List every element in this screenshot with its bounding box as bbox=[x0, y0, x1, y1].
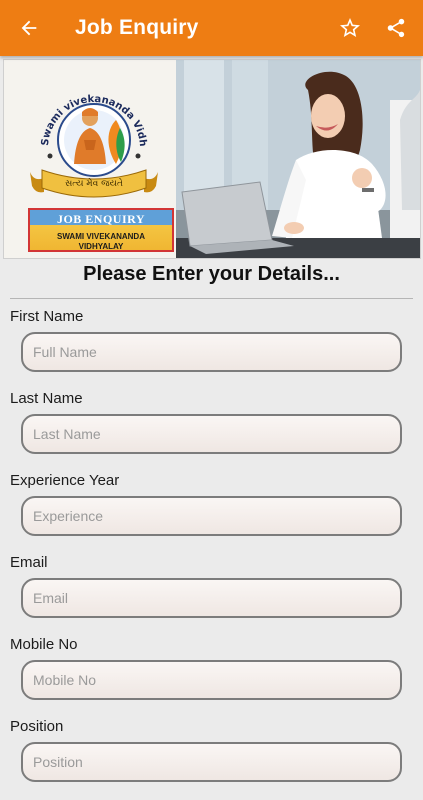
email-label: Email bbox=[10, 554, 48, 571]
arrow-left-icon bbox=[21, 20, 37, 36]
job-enquiry-box: JOB ENQUIRY SWAMI VIVEKANANDA VIDHYALAY bbox=[28, 208, 174, 252]
form-heading: Please Enter your Details... bbox=[83, 263, 340, 285]
school-logo-panel: Swami vivekananda Vidhyalay સત્ય મેવ જયત… bbox=[4, 60, 176, 258]
experience-year-label: Experience Year bbox=[10, 472, 120, 489]
last-name-input[interactable] bbox=[21, 414, 402, 454]
banner-image: Swami vivekananda Vidhyalay સત્ય મેવ જયત… bbox=[3, 59, 421, 259]
last-name-label: Last Name bbox=[10, 390, 83, 407]
woman-laptop-illustration bbox=[176, 60, 420, 258]
app-bar: Job Enquiry bbox=[0, 0, 423, 56]
first-name-input[interactable] bbox=[21, 332, 402, 372]
enquiry-box-line2: VIDHYALAY bbox=[78, 242, 124, 251]
star-outline-icon bbox=[340, 18, 360, 37]
divider bbox=[10, 298, 413, 299]
share-icon bbox=[387, 18, 405, 38]
experience-input[interactable] bbox=[21, 496, 402, 536]
mobile-no-input[interactable] bbox=[21, 660, 402, 700]
first-name-label: First Name bbox=[10, 308, 84, 325]
position-input[interactable] bbox=[21, 742, 402, 782]
school-logo: Swami vivekananda Vidhyalay સત્ય મેવ જયત… bbox=[4, 60, 158, 198]
favorite-button[interactable] bbox=[327, 0, 373, 56]
page-title: Job Enquiry bbox=[75, 16, 199, 39]
share-button[interactable] bbox=[373, 0, 419, 56]
back-button[interactable] bbox=[1, 0, 57, 56]
motto-text: સત્ય મેવ જયતે bbox=[65, 177, 123, 189]
office-photo bbox=[176, 60, 420, 258]
enquiry-box-line1: SWAMI VIVEKANANDA bbox=[56, 232, 145, 241]
enquiry-box-title: JOB ENQUIRY bbox=[56, 212, 146, 226]
position-label: Position bbox=[10, 718, 64, 735]
mobile-no-label: Mobile No bbox=[10, 636, 78, 653]
email-input[interactable] bbox=[21, 578, 402, 618]
